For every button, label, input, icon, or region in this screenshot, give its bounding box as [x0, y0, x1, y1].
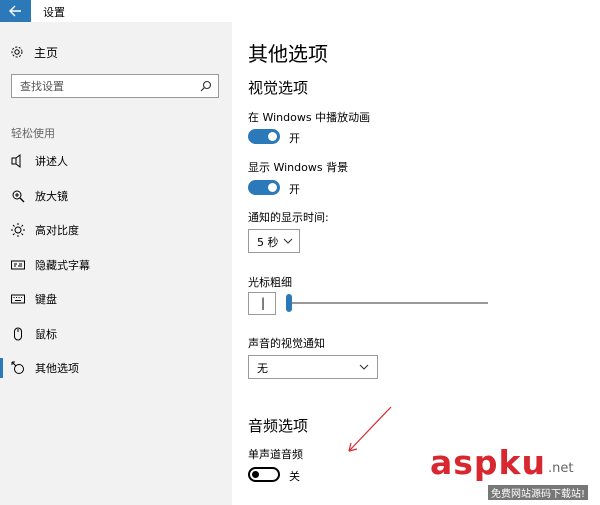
background-toggle-state: 开 [289, 183, 300, 196]
sidebar-item-label: 其他选项 [35, 362, 79, 375]
keyboard-icon [11, 294, 25, 304]
selection-indicator [0, 358, 3, 378]
sidebar-item-home[interactable]: 主页 [10, 43, 210, 63]
cursor-preview-value: | [261, 296, 266, 310]
page-title: 其他选项 [248, 42, 328, 66]
section-heading-audio: 音频选项 [248, 417, 309, 435]
title-bar: 设置 [0, 0, 600, 22]
cursor-thickness-slider-track[interactable] [288, 302, 488, 304]
search-icon [200, 80, 212, 92]
section-label: 轻松使用 [11, 127, 55, 140]
animations-toggle[interactable] [248, 129, 280, 144]
sound-visual-label: 声音的视觉通知 [248, 337, 325, 350]
chevron-down-icon [283, 238, 293, 244]
watermark-subtitle: 免费网站源码下载站! [488, 485, 589, 500]
window-title: 设置 [43, 6, 65, 19]
background-label: 显示 Windows 背景 [248, 161, 349, 174]
cursor-thickness-label: 光标粗细 [248, 276, 292, 289]
main-panel: 其他选项 视觉选项 在 Windows 中播放动画 开 显示 Windows 背… [232, 22, 600, 505]
animations-toggle-state: 开 [289, 132, 300, 145]
search-box[interactable] [11, 74, 219, 98]
high-contrast-icon [11, 223, 25, 237]
notification-time-label: 通知的显示时间: [248, 211, 329, 224]
watermark-brand: aspku [430, 443, 546, 482]
notification-time-dropdown[interactable]: 5 秒 [248, 229, 300, 253]
watermark: aspku .net 免费网站源码下载站! [430, 443, 600, 505]
animations-label: 在 Windows 中播放动画 [248, 111, 371, 124]
sidebar-item-label: 鼠标 [35, 328, 57, 341]
dropdown-value: 5 秒 [257, 236, 279, 249]
sidebar-item-label: 主页 [34, 46, 59, 60]
other-options-icon [11, 361, 24, 374]
search-input[interactable] [12, 75, 192, 97]
sidebar-item-narrator[interactable]: 讲述人 [0, 148, 232, 174]
sidebar-item-label: 讲述人 [35, 155, 68, 168]
sidebar-item-magnifier[interactable]: 放大镜 [0, 183, 232, 209]
mouse-icon [14, 327, 22, 341]
background-toggle[interactable] [248, 180, 280, 195]
magnifier-icon [12, 190, 25, 203]
sound-visual-dropdown[interactable]: 无 [248, 355, 378, 379]
narrator-icon [11, 154, 21, 168]
cursor-thickness-preview: | [248, 292, 276, 315]
sidebar-item-keyboard[interactable]: 键盘 [0, 286, 232, 312]
gear-icon [11, 46, 23, 58]
sidebar-item-other-options[interactable]: 其他选项 [0, 355, 232, 381]
sidebar: 主页 轻松使用 讲述人 放大镜 高对比度 [0, 22, 232, 505]
mono-audio-toggle[interactable] [248, 467, 280, 482]
cursor-thickness-slider-thumb[interactable] [286, 294, 292, 312]
sidebar-item-closed-captions[interactable]: 隐藏式字幕 [0, 252, 232, 278]
mono-audio-toggle-state: 关 [289, 470, 300, 483]
sidebar-item-label: 高对比度 [35, 224, 79, 237]
annotation-arrow [348, 406, 392, 452]
sidebar-item-label: 键盘 [35, 293, 57, 306]
mono-audio-label: 单声道音频 [248, 448, 303, 461]
back-button[interactable] [0, 0, 31, 22]
sidebar-item-label: 隐藏式字幕 [35, 259, 90, 272]
sidebar-item-mouse[interactable]: 鼠标 [0, 321, 232, 347]
chevron-down-icon [359, 364, 369, 370]
sidebar-item-high-contrast[interactable]: 高对比度 [0, 217, 232, 243]
dropdown-value: 无 [257, 362, 268, 375]
section-heading-visual: 视觉选项 [248, 79, 309, 97]
closed-captions-icon [11, 260, 25, 270]
watermark-suffix: .net [548, 461, 574, 476]
sidebar-item-label: 放大镜 [35, 190, 68, 203]
back-arrow-icon [9, 5, 21, 17]
